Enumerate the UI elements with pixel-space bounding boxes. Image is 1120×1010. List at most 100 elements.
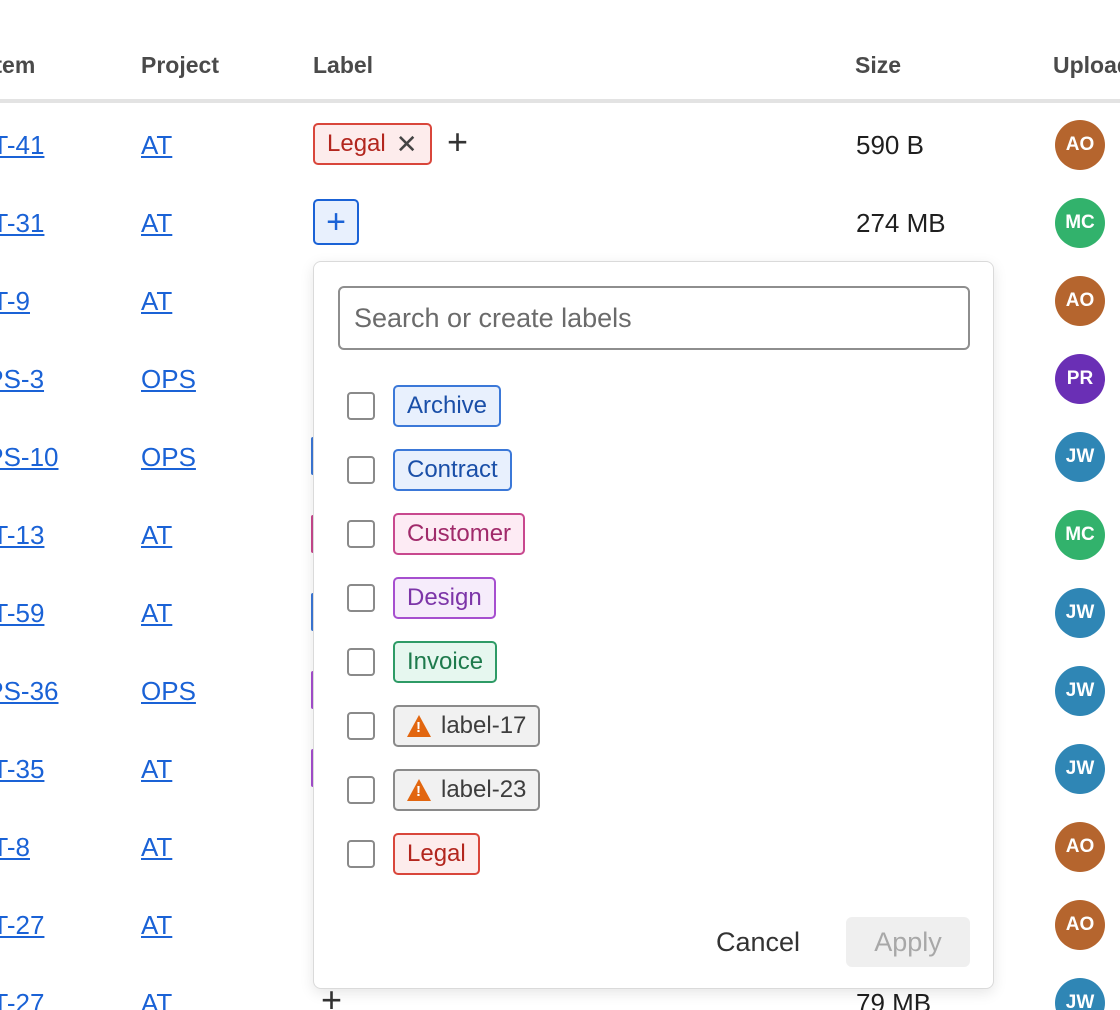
project-link[interactable]: OPS bbox=[141, 442, 196, 473]
label-checkbox[interactable] bbox=[347, 456, 375, 484]
label-option[interactable]: Archive bbox=[347, 384, 947, 428]
label-option[interactable]: Contract bbox=[347, 448, 947, 492]
cancel-button[interactable]: Cancel bbox=[704, 917, 812, 967]
label-search-input[interactable] bbox=[338, 286, 970, 350]
label-option[interactable]: Invoice bbox=[347, 640, 947, 684]
project-link[interactable]: AT bbox=[141, 754, 172, 785]
label-checkbox[interactable] bbox=[347, 648, 375, 676]
label-chip-text: Customer bbox=[407, 520, 512, 547]
item-link[interactable]: OPS-10 bbox=[0, 442, 59, 473]
label-chip: Customer bbox=[393, 513, 526, 555]
avatar[interactable]: MC bbox=[1055, 510, 1105, 560]
item-link[interactable]: OPS-3 bbox=[0, 364, 44, 395]
plus-icon: + bbox=[326, 203, 346, 241]
project-link[interactable]: AT bbox=[141, 832, 172, 863]
item-cell: AT-35 bbox=[0, 729, 120, 807]
label-chip: label-17 bbox=[393, 705, 541, 747]
avatar[interactable]: PR bbox=[1055, 354, 1105, 404]
label-chip-text: Design bbox=[407, 584, 482, 611]
avatar[interactable]: JW bbox=[1055, 666, 1105, 716]
avatar[interactable]: AO bbox=[1055, 120, 1105, 170]
project-link[interactable]: AT bbox=[141, 910, 172, 941]
label-chip: Archive bbox=[393, 385, 502, 427]
avatar[interactable]: AO bbox=[1055, 822, 1105, 872]
avatar[interactable]: AO bbox=[1055, 276, 1105, 326]
label-checkbox[interactable] bbox=[347, 840, 375, 868]
apply-button[interactable]: Apply bbox=[846, 917, 970, 967]
label-option[interactable]: Legal bbox=[347, 832, 947, 876]
label-chip-text: Contract bbox=[407, 456, 498, 483]
item-cell: AT-13 bbox=[0, 495, 120, 573]
table-row: AT-31 AT 274 MB MC bbox=[0, 183, 1120, 261]
item-cell: AT-27 bbox=[0, 963, 120, 1010]
avatar[interactable]: MC bbox=[1055, 198, 1105, 248]
label-chip: Invoice bbox=[393, 641, 498, 683]
label-chip[interactable]: Legal ✕ bbox=[313, 123, 432, 165]
column-header-uploader[interactable]: Uploader bbox=[1053, 52, 1120, 79]
add-label-button[interactable]: + bbox=[313, 199, 359, 245]
item-link[interactable]: AT-27 bbox=[0, 988, 44, 1010]
item-link[interactable]: AT-31 bbox=[0, 208, 44, 239]
size-value: 79 MB bbox=[856, 988, 932, 1010]
item-cell: AT-41 bbox=[0, 105, 120, 183]
header-divider bbox=[0, 99, 1120, 103]
label-chip-text: label-23 bbox=[441, 776, 527, 803]
project-link[interactable]: AT bbox=[141, 208, 172, 239]
project-link[interactable]: OPS bbox=[141, 676, 196, 707]
label-chip-text: Archive bbox=[407, 392, 488, 419]
item-cell: OPS-10 bbox=[0, 417, 120, 495]
size-value: 590 B bbox=[856, 130, 924, 160]
avatar[interactable]: JW bbox=[1055, 978, 1105, 1010]
label-chip-text: Legal bbox=[407, 840, 466, 867]
label-option[interactable]: label-23 bbox=[347, 768, 947, 812]
label-chip-text: Legal bbox=[327, 130, 386, 157]
label-checkbox[interactable] bbox=[347, 392, 375, 420]
project-link[interactable]: OPS bbox=[141, 364, 196, 395]
table-row: AT-41 AT 590 B AO bbox=[0, 105, 1120, 183]
item-cell: AT-8 bbox=[0, 807, 120, 885]
item-link[interactable]: OPS-36 bbox=[0, 676, 59, 707]
label-option[interactable]: Customer bbox=[347, 512, 947, 556]
avatar[interactable]: AO bbox=[1055, 900, 1105, 950]
column-header-item[interactable]: Item bbox=[0, 52, 35, 79]
column-header-label[interactable]: Label bbox=[313, 52, 373, 79]
label-chip-text: label-17 bbox=[441, 712, 527, 739]
label-checkbox[interactable] bbox=[347, 584, 375, 612]
item-link[interactable]: AT-8 bbox=[0, 832, 30, 863]
warning-icon bbox=[407, 715, 431, 737]
item-cell: OPS-36 bbox=[0, 651, 120, 729]
item-cell: OPS-3 bbox=[0, 339, 120, 417]
size-value: 274 MB bbox=[856, 208, 946, 238]
avatar[interactable]: JW bbox=[1055, 744, 1105, 794]
project-link[interactable]: AT bbox=[141, 130, 172, 161]
label-chip: label-23 bbox=[393, 769, 541, 811]
item-link[interactable]: AT-13 bbox=[0, 520, 44, 551]
label-checkbox[interactable] bbox=[347, 776, 375, 804]
label-option[interactable]: Design bbox=[347, 576, 947, 620]
project-link[interactable]: AT bbox=[141, 286, 172, 317]
item-cell: AT-9 bbox=[0, 261, 120, 339]
column-header-project[interactable]: Project bbox=[141, 52, 219, 79]
item-link[interactable]: AT-27 bbox=[0, 910, 44, 941]
label-option[interactable]: label-17 bbox=[347, 704, 947, 748]
project-link[interactable]: AT bbox=[141, 988, 172, 1010]
item-link[interactable]: AT-41 bbox=[0, 130, 44, 161]
item-link[interactable]: AT-9 bbox=[0, 286, 30, 317]
item-cell: AT-27 bbox=[0, 885, 120, 963]
item-link[interactable]: AT-59 bbox=[0, 598, 44, 629]
project-link[interactable]: AT bbox=[141, 520, 172, 551]
label-chip: Design bbox=[393, 577, 496, 619]
project-link[interactable]: AT bbox=[141, 598, 172, 629]
label-checkbox[interactable] bbox=[347, 520, 375, 548]
item-cell: AT-31 bbox=[0, 183, 120, 261]
column-header-size[interactable]: Size bbox=[855, 52, 901, 79]
item-link[interactable]: AT-35 bbox=[0, 754, 44, 785]
avatar[interactable]: JW bbox=[1055, 588, 1105, 638]
warning-icon bbox=[407, 779, 431, 801]
label-cell: Legal ✕ bbox=[313, 123, 432, 165]
close-icon[interactable]: ✕ bbox=[396, 131, 418, 157]
label-chip: Legal bbox=[393, 833, 480, 875]
label-checkbox[interactable] bbox=[347, 712, 375, 740]
plus-icon[interactable]: + bbox=[447, 124, 468, 160]
avatar[interactable]: JW bbox=[1055, 432, 1105, 482]
